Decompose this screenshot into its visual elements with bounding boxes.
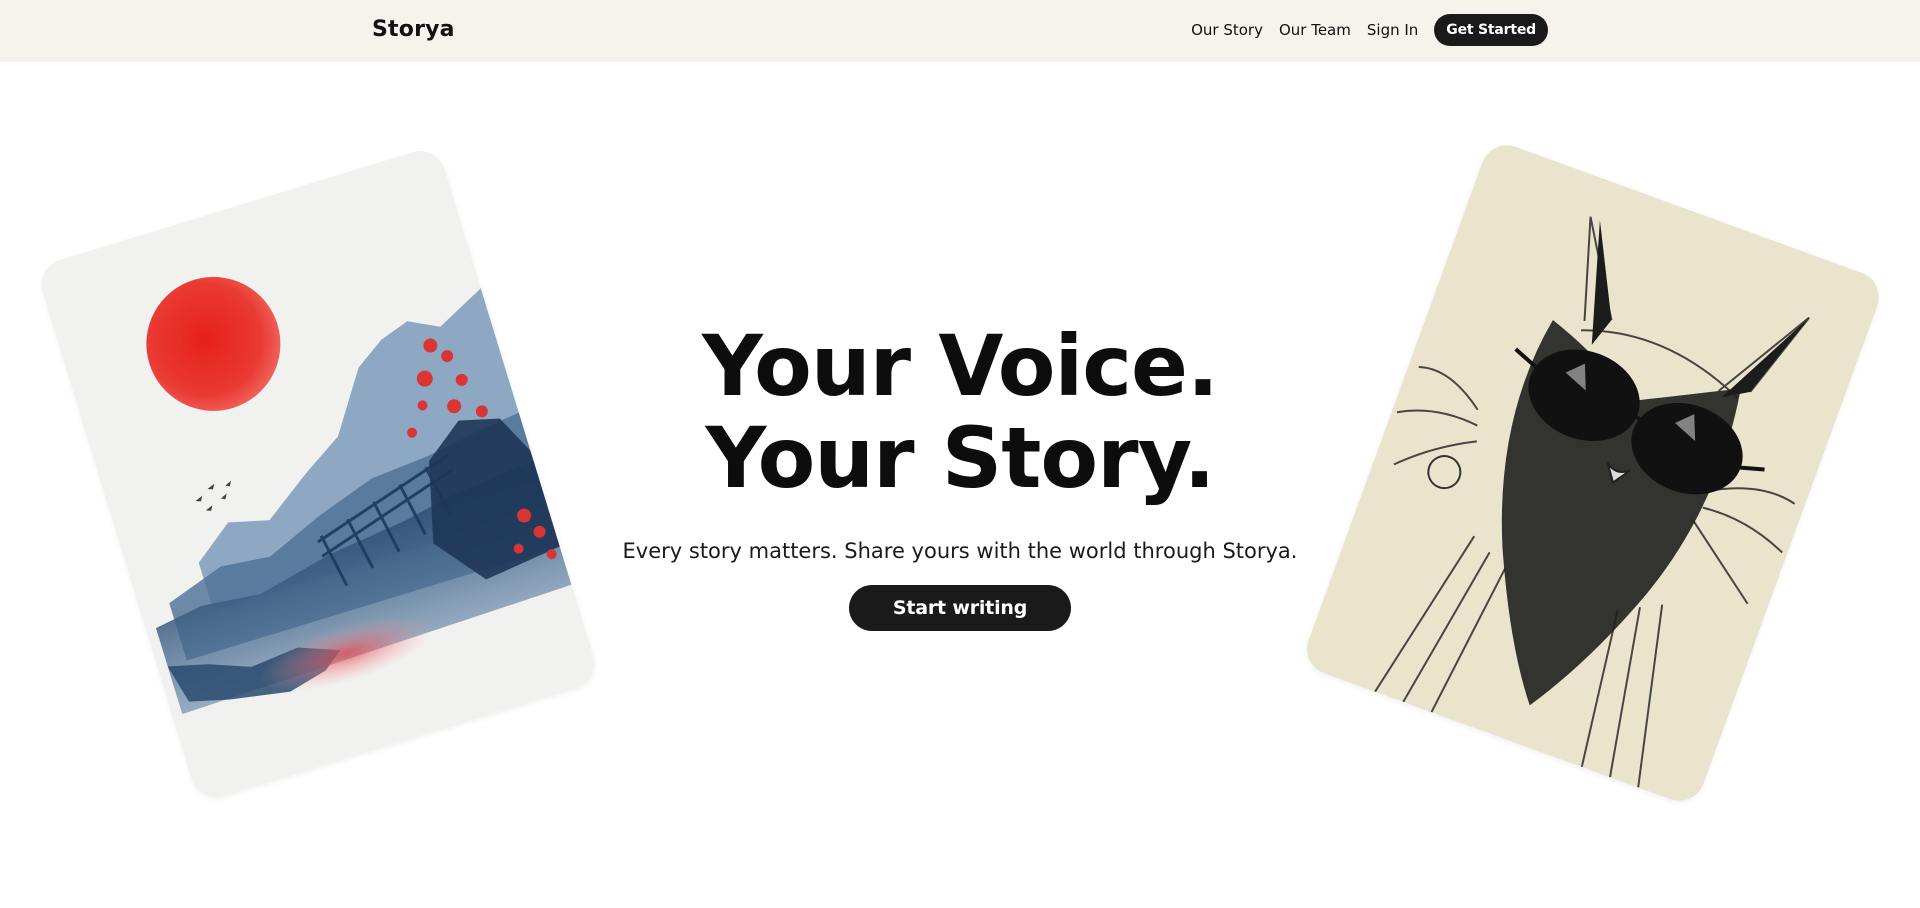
top-navigation-bar: Storya Our Story Our Team Sign In Get St…	[0, 0, 1920, 62]
hero-headline: Your Voice. Your Story.	[560, 320, 1360, 504]
nav-link-sign-in[interactable]: Sign In	[1367, 21, 1418, 39]
hero-section: Your Voice. Your Story. Every story matt…	[560, 320, 1360, 631]
ink-cat-sketch-card	[1299, 138, 1887, 808]
nav-link-our-team[interactable]: Our Team	[1279, 21, 1351, 39]
start-writing-button[interactable]: Start writing	[848, 585, 1072, 631]
headline-line-1: Your Voice.	[702, 317, 1219, 415]
watercolor-landscape-card	[35, 144, 601, 804]
headline-line-2: Your Story.	[705, 409, 1215, 507]
hero-subtitle: Every story matters. Share yours with th…	[622, 539, 1298, 563]
nav-link-our-story[interactable]: Our Story	[1191, 21, 1263, 39]
get-started-button[interactable]: Get Started	[1434, 14, 1548, 46]
main-nav: Our Story Our Team Sign In Get Started	[1191, 14, 1548, 46]
ink-cat-sketch-image	[1299, 138, 1887, 808]
brand-logo[interactable]: Storya	[372, 17, 455, 42]
watercolor-landscape-image	[35, 144, 601, 804]
